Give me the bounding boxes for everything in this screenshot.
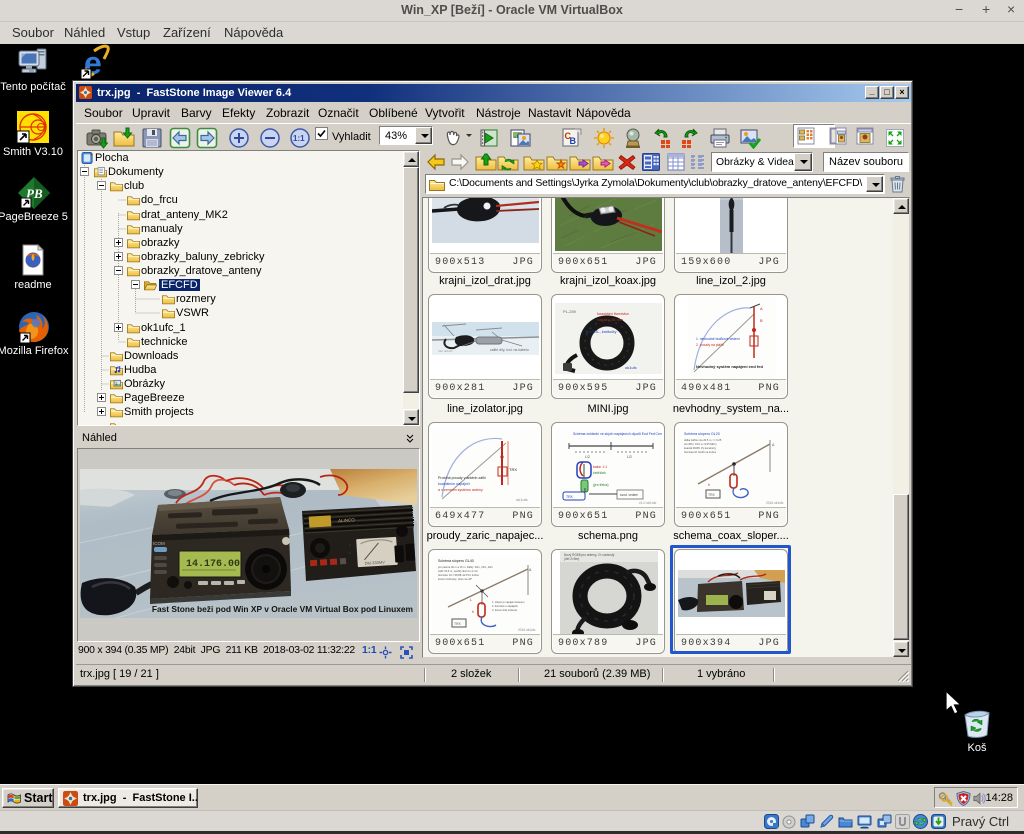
svg-text:10×TGL, kmitočty: 10×TGL, kmitočty — [585, 329, 616, 334]
svg-text:2. proudy na plášti: 2. proudy na plášti — [696, 343, 724, 347]
svg-text:B: B — [760, 318, 763, 323]
svg-text:variální 36 mm: variální 36 mm — [597, 317, 624, 322]
svg-text:koaxiálním napáječi: koaxiálním napáječi — [438, 482, 470, 486]
svg-text:TRX: TRX — [566, 495, 574, 499]
svg-text:(jen třeba): (jen třeba) — [593, 483, 608, 487]
svg-text:ok1ufc: ok1ufc — [625, 365, 637, 370]
svg-text:koaxiál RG58, PL konektory: koaxiál RG58, PL konektory — [684, 446, 717, 450]
svg-text:h: h — [708, 483, 710, 487]
svg-text:žebříček: žebříček — [593, 471, 606, 475]
svg-text:h: h — [472, 610, 474, 614]
svg-text:ALINCO: ALINCO — [338, 517, 356, 523]
svg-text:Nevhodný systém napájení end f: Nevhodný systém napájení end fed — [696, 364, 763, 369]
svg-text:v1.0 ok1ufc: v1.0 ok1ufc — [639, 501, 657, 505]
svg-text:2016 ok1ufc: 2016 ok1ufc — [766, 501, 784, 505]
svg-text:TRX: TRX — [454, 622, 462, 626]
svg-text:a v zemním systému antény: a v zemním systému antény — [438, 488, 483, 492]
svg-text:1. sloper je napájen koaxem: 1. sloper je napájen koaxem — [492, 600, 524, 604]
svg-text:zalité díly, izol. na kabelu: zalité díly, izol. na kabelu — [490, 348, 529, 352]
svg-text:TRX: TRX — [708, 493, 716, 497]
svg-text:L/2: L/2 — [627, 455, 632, 459]
svg-text:3. konec drat izolovan: 3. konec drat izolovan — [492, 608, 518, 612]
svg-text:zářič 19.6 m, svažitý drat Cu: zářič 19.6 m, svažitý drat Cu 2 mm — [438, 569, 478, 573]
svg-text:ICOM: ICOM — [153, 541, 165, 546]
svg-text:tlumivka 10 závitů na trubce: tlumivka 10 závitů na trubce — [684, 450, 717, 454]
svg-text:foto ok1ufc: foto ok1ufc — [438, 349, 453, 353]
svg-text:Schéma zohlednì ve ských napáj: Schéma zohlednì ve ských napájecích dípo… — [573, 432, 662, 436]
svg-text:2. tlumivka u napáječe: 2. tlumivka u napáječe — [492, 604, 518, 608]
svg-text:tlumivka: 10 z RG58 na PVC tru: tlumivka: 10 z RG58 na PVC trubce — [438, 573, 479, 577]
svg-text:PL-259: PL-259 — [563, 309, 577, 314]
svg-text:koaxiální tlumivka: koaxiální tlumivka — [597, 311, 629, 316]
svg-text:délka zářiče cca 20.5 m, l = 0: délka zářiče cca 20.5 m, l = 0.25 — [684, 438, 722, 442]
svg-text:svod. vedení: svod. vedení — [620, 493, 638, 497]
svg-text:14.176.00: 14.176.00 — [186, 559, 240, 570]
svg-text:Schéma sloperu GL20: Schéma sloperu GL20 — [684, 432, 720, 436]
svg-text:balún 1:1: balún 1:1 — [593, 465, 607, 469]
svg-text:pro 80m: 19.6 m (3.65 MHz): pro 80m: 19.6 m (3.65 MHz) — [684, 442, 717, 446]
svg-text:konec izolovaný, úhel cca 40°: konec izolovaný, úhel cca 40° — [438, 577, 472, 581]
svg-text:TRX: TRX — [509, 467, 517, 472]
svg-text:B: B — [570, 136, 577, 146]
svg-text:1:1: 1:1 — [293, 134, 305, 143]
svg-text:L/2: L/2 — [585, 455, 590, 459]
svg-text:pro pásma 40 m a 15 m. Délky:: pro pásma 40 m a 15 m. Délky: 40m, 15m, … — [438, 565, 493, 569]
svg-text:Schéma sloperu GL40: Schéma sloperu GL40 — [438, 559, 474, 563]
svg-text:ok1ufc: ok1ufc — [516, 497, 528, 502]
svg-text:L: L — [470, 598, 472, 602]
svg-text:(dél 2×5m): (dél 2×5m) — [564, 557, 579, 561]
svg-text:2016 ok1ufc: 2016 ok1ufc — [518, 628, 536, 632]
svg-text:1. nevhodné buďkové vedení: 1. nevhodné buďkové vedení — [696, 337, 740, 341]
svg-text:Fast Stone beži pod Win XP v O: Fast Stone beži pod Win XP v Oracle VM V… — [152, 604, 413, 614]
svg-text:A: A — [760, 306, 763, 311]
svg-text:Probíhá proudy v anténb zářič: Probíhá proudy v anténb zářič — [438, 476, 486, 480]
